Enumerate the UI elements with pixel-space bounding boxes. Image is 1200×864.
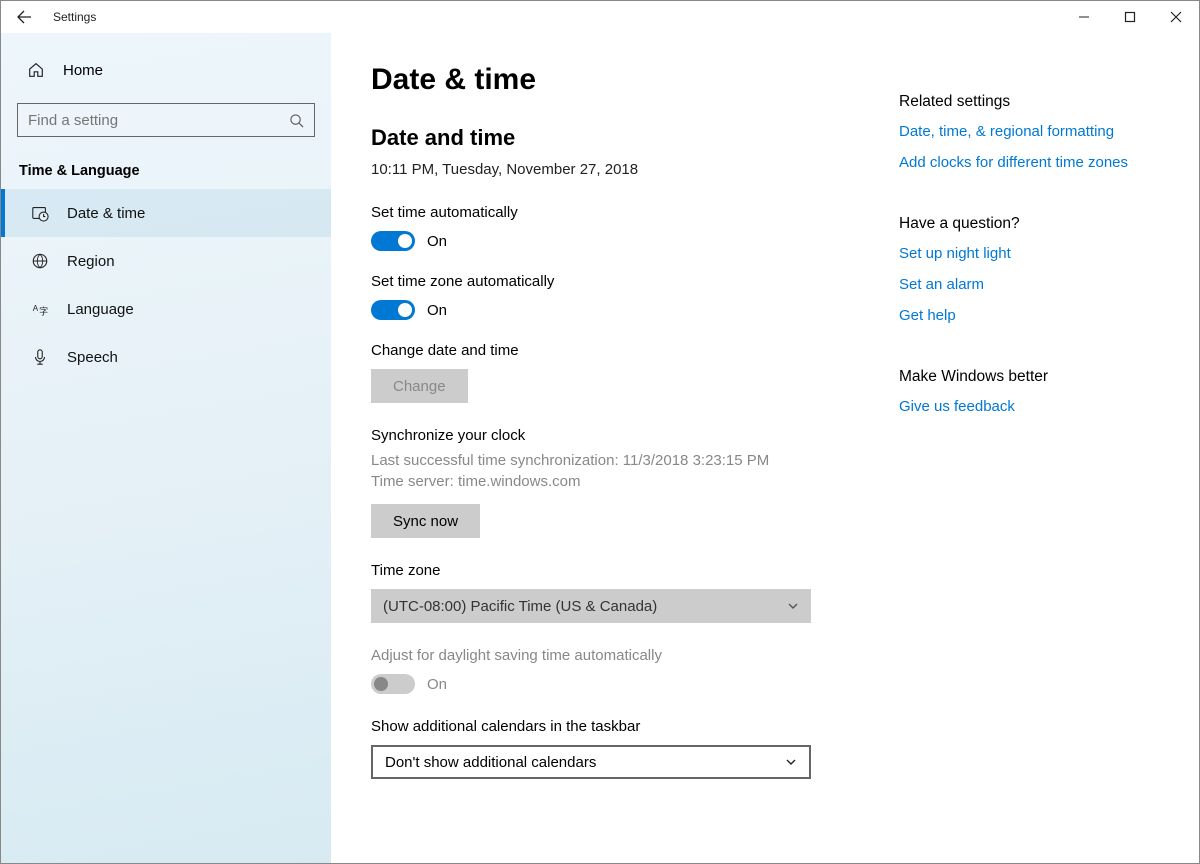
link-get-help[interactable]: Get help [899,307,1159,324]
sync-last: Last successful time synchronization: 11… [371,450,869,471]
set-tz-auto-toggle[interactable] [371,300,415,320]
chevron-down-icon [785,756,797,768]
sidebar-item-label: Date & time [67,205,145,222]
question-heading: Have a question? [899,215,1159,233]
sidebar-group-label: Time & Language [1,157,331,189]
sidebar-item-date-time[interactable]: Date & time [1,189,331,237]
back-arrow-icon [16,9,32,25]
sidebar-item-label: Region [67,253,115,270]
search-icon [289,113,304,128]
maximize-button[interactable] [1107,1,1153,33]
set-time-auto-label: Set time automatically [371,204,869,221]
set-tz-auto-state: On [427,302,447,319]
titlebar: Settings [1,1,1199,33]
sidebar-item-label: Language [67,301,134,318]
addcal-value: Don't show additional calendars [385,754,596,771]
home-nav[interactable]: Home [1,33,331,95]
main-column: Date & time Date and time 10:11 PM, Tues… [371,63,899,863]
settings-window: Settings Home Time & Language Date & tim… [0,0,1200,864]
change-button: Change [371,369,468,403]
window-title: Settings [53,10,96,24]
related-heading: Related settings [899,93,1159,111]
dst-state: On [427,676,447,693]
addcal-label: Show additional calendars in the taskbar [371,718,869,735]
close-button[interactable] [1153,1,1199,33]
dst-toggle [371,674,415,694]
content: Date & time Date and time 10:11 PM, Tues… [331,33,1199,863]
maximize-icon [1124,11,1136,23]
dst-label: Adjust for daylight saving time automati… [371,647,869,664]
chevron-down-icon [787,600,799,612]
sidebar-item-language[interactable]: A字 Language [1,285,331,333]
set-time-auto-state: On [427,233,447,250]
sync-now-button[interactable]: Sync now [371,504,480,538]
link-night-light[interactable]: Set up night light [899,245,1159,262]
svg-text:字: 字 [39,305,48,316]
section-date-and-time: Date and time [371,125,869,151]
better-heading: Make Windows better [899,368,1159,386]
timezone-value: (UTC-08:00) Pacific Time (US & Canada) [383,598,657,615]
sync-heading: Synchronize your clock [371,427,869,444]
link-add-clocks[interactable]: Add clocks for different time zones [899,154,1159,171]
calendar-clock-icon [31,204,49,222]
home-icon [27,61,45,79]
page-title: Date & time [371,63,869,97]
sidebar-item-region[interactable]: Region [1,237,331,285]
globe-icon [31,252,49,270]
minimize-button[interactable] [1061,1,1107,33]
search-box[interactable] [17,103,315,137]
back-button[interactable] [1,1,47,33]
minimize-icon [1078,11,1090,23]
set-tz-auto-label: Set time zone automatically [371,273,869,290]
window-controls [1061,1,1199,33]
svg-text:A: A [33,304,39,313]
close-icon [1170,11,1182,23]
set-time-auto-toggle[interactable] [371,231,415,251]
right-rail: Related settings Date, time, & regional … [899,63,1159,863]
link-feedback[interactable]: Give us feedback [899,398,1159,415]
timezone-label: Time zone [371,562,869,579]
language-icon: A字 [31,300,49,318]
addcal-select[interactable]: Don't show additional calendars [371,745,811,779]
microphone-icon [31,348,49,366]
change-dt-label: Change date and time [371,342,869,359]
sidebar: Home Time & Language Date & time Region … [1,33,331,863]
sidebar-item-speech[interactable]: Speech [1,333,331,381]
body: Home Time & Language Date & time Region … [1,33,1199,863]
link-date-regional-formatting[interactable]: Date, time, & regional formatting [899,123,1159,140]
current-datetime: 10:11 PM, Tuesday, November 27, 2018 [371,161,869,178]
timezone-select: (UTC-08:00) Pacific Time (US & Canada) [371,589,811,623]
link-set-alarm[interactable]: Set an alarm [899,276,1159,293]
search-input[interactable] [28,112,289,129]
sidebar-item-label: Speech [67,349,118,366]
home-label: Home [63,62,103,79]
sync-server: Time server: time.windows.com [371,471,869,492]
